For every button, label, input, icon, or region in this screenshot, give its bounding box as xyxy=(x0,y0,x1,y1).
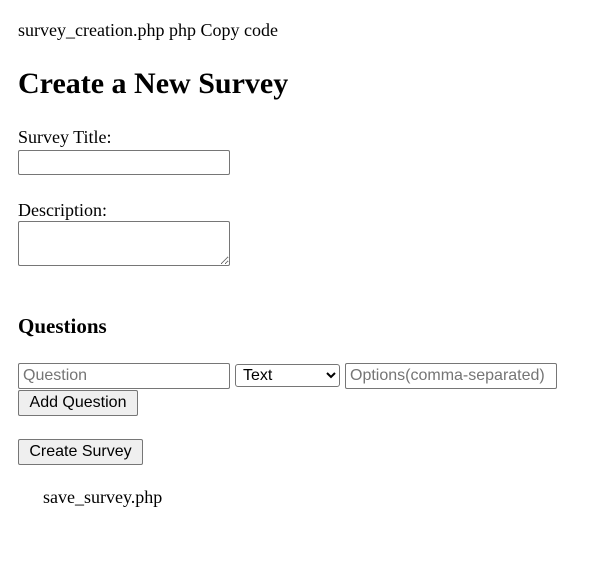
questions-heading: Questions xyxy=(18,314,107,338)
question-type-select[interactable]: Text xyxy=(235,364,340,387)
footer-caption: save_survey.php xyxy=(43,487,163,507)
options-input[interactable] xyxy=(345,363,557,389)
description-label: Description: xyxy=(18,200,107,220)
question-input[interactable] xyxy=(18,363,230,389)
description-textarea[interactable] xyxy=(18,221,230,266)
survey-title-label: Survey Title: xyxy=(18,127,112,147)
file-caption: survey_creation.php php Copy code xyxy=(18,20,278,40)
add-question-button[interactable]: Add Question xyxy=(18,390,138,416)
page-title: Create a New Survey xyxy=(18,67,289,100)
survey-title-input[interactable] xyxy=(18,150,230,175)
create-survey-button[interactable]: Create Survey xyxy=(18,439,143,465)
